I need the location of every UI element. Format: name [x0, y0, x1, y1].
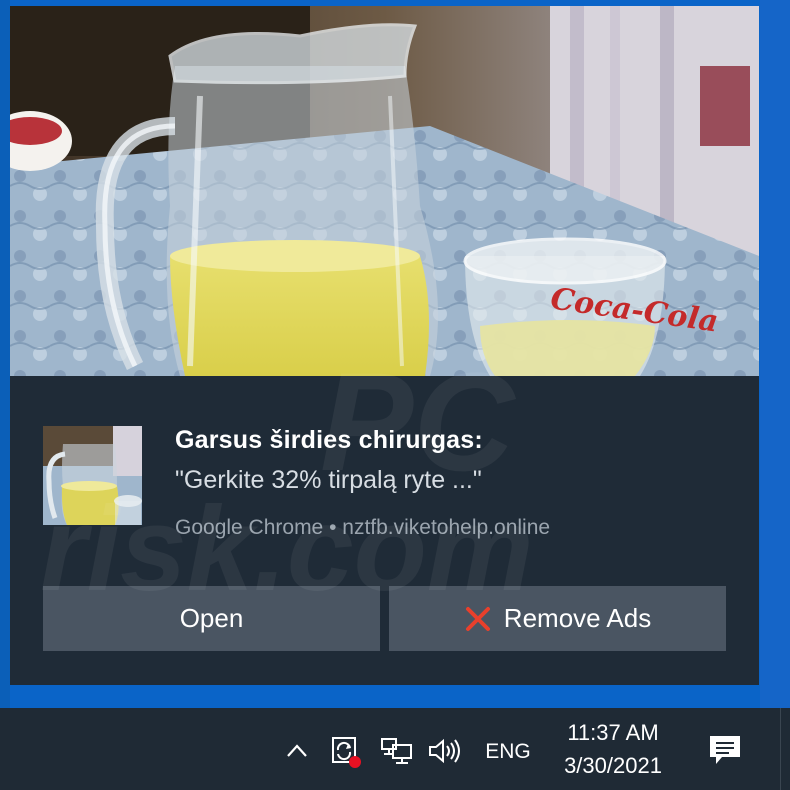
- hero-image[interactable]: Coca-Cola: [10, 6, 759, 376]
- notification-attribution: Google Chrome • nztfb.viketohelp.online: [175, 516, 551, 539]
- language-indicator[interactable]: ENG: [478, 736, 538, 768]
- notification-toast[interactable]: Coca-Cola Garsus širdies chirurgas: "Ger…: [10, 6, 759, 685]
- open-button-label: Open: [179, 603, 244, 633]
- open-button[interactable]: Open: [43, 586, 380, 651]
- network-icon[interactable]: [377, 734, 417, 768]
- desktop-edge-left: [0, 0, 10, 708]
- remove-ads-button[interactable]: Remove Ads: [389, 586, 726, 651]
- show-desktop-button[interactable]: [780, 708, 790, 790]
- clock[interactable]: 11:37 AM 3/30/2021: [548, 716, 678, 786]
- desktop-edge-right: [760, 0, 790, 708]
- remove-ads-button-label: Remove Ads: [503, 603, 652, 633]
- notification-title: Garsus širdies chirurgas:: [175, 426, 483, 454]
- toast-body[interactable]: Garsus širdies chirurgas: "Gerkite 32% t…: [10, 376, 759, 685]
- clock-date: 3/30/2021: [564, 753, 662, 778]
- notification-thumbnail: [43, 426, 142, 525]
- sync-alert-icon[interactable]: [326, 732, 366, 770]
- action-center-icon[interactable]: [700, 730, 750, 770]
- clock-time: 11:37 AM: [567, 720, 659, 745]
- close-x-icon: [464, 605, 492, 633]
- taskbar: ENG 11:37 AM 3/30/2021: [0, 708, 790, 790]
- volume-icon[interactable]: [425, 734, 465, 768]
- chevron-up-icon[interactable]: [280, 734, 314, 768]
- notification-message: "Gerkite 32% tirpalą ryte ...": [175, 466, 482, 494]
